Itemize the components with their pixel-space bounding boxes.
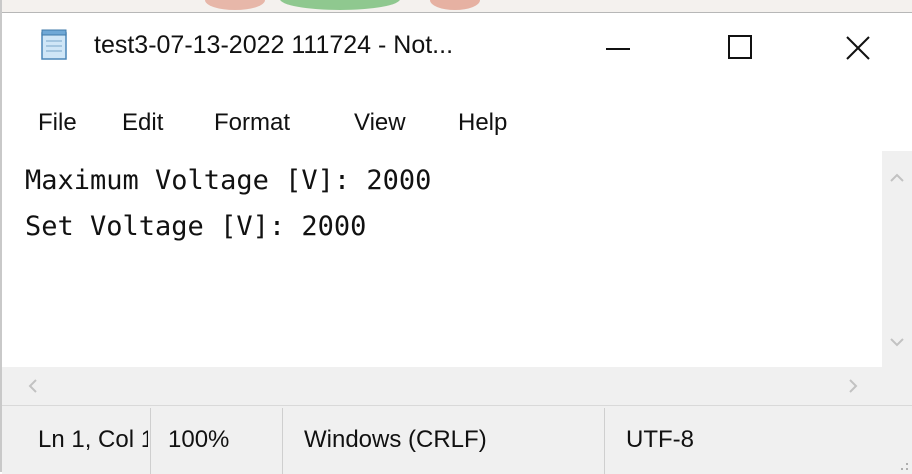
scrollbar-corner	[882, 367, 912, 405]
horizontal-scrollbar[interactable]	[2, 367, 882, 405]
status-bar: Ln 1, Col 1 100% Windows (CRLF) UTF-8	[2, 405, 912, 474]
maximize-icon	[728, 35, 752, 59]
vertical-scrollbar[interactable]	[882, 151, 912, 367]
notepad-window: test3-07-13-2022 111724 - Not... File Ed…	[2, 12, 912, 474]
minimize-icon	[606, 48, 630, 50]
status-separator	[282, 408, 283, 474]
status-line-ending: Windows (CRLF)	[304, 426, 487, 453]
close-button[interactable]	[812, 13, 904, 83]
status-encoding: UTF-8	[626, 426, 694, 453]
background-shape	[430, 0, 480, 10]
background-shape	[205, 0, 265, 10]
menu-view[interactable]: View	[354, 109, 406, 137]
resize-grip-icon[interactable]	[896, 461, 910, 471]
background-desktop	[0, 0, 912, 12]
menu-edit[interactable]: Edit	[122, 109, 163, 137]
scroll-left-icon[interactable]	[28, 378, 38, 394]
menu-file[interactable]: File	[38, 109, 77, 137]
scroll-down-icon[interactable]	[889, 337, 905, 347]
menu-bar: File Edit Format View Help	[2, 97, 912, 151]
status-separator	[150, 408, 151, 474]
minimize-button[interactable]	[572, 13, 664, 83]
editor-line: Set Voltage [V]: 2000	[25, 211, 367, 242]
title-bar[interactable]: test3-07-13-2022 111724 - Not...	[2, 13, 912, 97]
editor-line: Maximum Voltage [V]: 2000	[25, 165, 432, 196]
scroll-right-icon[interactable]	[848, 378, 858, 394]
notepad-icon	[41, 29, 67, 60]
maximize-button[interactable]	[694, 13, 786, 83]
scroll-up-icon[interactable]	[889, 173, 905, 183]
close-icon	[846, 36, 870, 60]
status-cursor-position: Ln 1, Col 1	[38, 426, 148, 453]
status-separator	[604, 408, 605, 474]
menu-format[interactable]: Format	[214, 109, 290, 137]
status-zoom: 100%	[168, 426, 230, 453]
background-shape	[280, 0, 400, 10]
text-editor[interactable]: Maximum Voltage [V]: 2000 Set Voltage [V…	[2, 151, 882, 367]
window-title: test3-07-13-2022 111724 - Not...	[94, 31, 454, 59]
menu-help[interactable]: Help	[458, 109, 507, 137]
